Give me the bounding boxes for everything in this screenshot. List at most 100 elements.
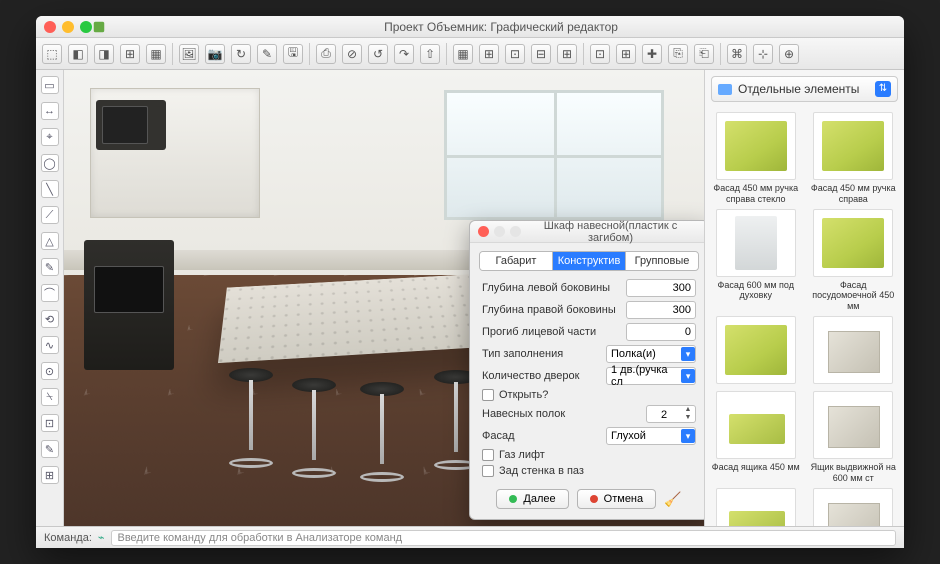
popup-close-icon[interactable] xyxy=(478,226,489,237)
library-item[interactable]: Фасад ящика 450 мм xyxy=(709,391,803,484)
tool-button[interactable]: ✎ xyxy=(41,440,59,458)
left-toolbar: ▭ ↔ ⌖ ◯ ╲ ⟋ △ ✎ ⌒ ⟲ ∿ ⊙ ⍀ ⊡ ✎ ⊞ xyxy=(36,70,64,526)
tool-button[interactable]: ◯ xyxy=(41,154,59,172)
library-item[interactable]: Фасад 600 мм под духовку xyxy=(709,209,803,312)
toolbar-button[interactable]: ⊞ xyxy=(557,44,577,64)
shelves-stepper[interactable]: 2▲▼ xyxy=(646,405,696,423)
toolbar-button[interactable]: ◧ xyxy=(68,44,88,64)
library-item-label: Фасад 450 мм ручка справа стекло xyxy=(709,183,803,205)
open-checkbox[interactable] xyxy=(482,389,494,401)
fill-type-select[interactable]: Полка(и)▾ xyxy=(606,345,696,363)
facade-select[interactable]: Глухой▾ xyxy=(606,427,696,445)
tool-button[interactable]: ⊡ xyxy=(41,414,59,432)
depth-left-input[interactable] xyxy=(626,279,696,297)
chevron-down-icon: ▾ xyxy=(681,347,695,361)
tool-button[interactable]: △ xyxy=(41,232,59,250)
toolbar-button[interactable]: ✚ xyxy=(642,44,662,64)
library-grid: Фасад 450 мм ручка справа стеклоФасад 45… xyxy=(705,108,904,526)
green-dot-icon xyxy=(509,495,517,503)
tab-групповые[interactable]: Групповые xyxy=(625,252,698,270)
back-wall-label: Зад стенка в паз xyxy=(499,465,584,477)
door-count-select[interactable]: 1 дв.(ручка сл▾ xyxy=(606,367,696,385)
library-item[interactable] xyxy=(807,488,901,526)
toolbar-button[interactable]: ⊡ xyxy=(590,44,610,64)
facade-label: Фасад xyxy=(482,430,515,442)
toolbar-button[interactable]: ▦ xyxy=(146,44,166,64)
toolbar-button[interactable]: ⊘ xyxy=(342,44,362,64)
toolbar-button[interactable]: ⇧ xyxy=(420,44,440,64)
library-item[interactable]: Фасад 450 мм ручка справа xyxy=(807,112,901,205)
library-item[interactable]: Ящик выдвижной на 600 мм ст xyxy=(807,391,901,484)
tool-button[interactable]: ⟲ xyxy=(41,310,59,328)
library-thumbnail xyxy=(716,391,796,459)
toolbar-button[interactable]: ⎗ xyxy=(694,44,714,64)
library-item-label: Фасад ящика 450 мм xyxy=(712,462,800,473)
tool-button[interactable]: ⌖ xyxy=(41,128,59,146)
toolbar-button[interactable]: 🖼 xyxy=(179,44,199,64)
tool-button[interactable]: ∿ xyxy=(41,336,59,354)
library-item[interactable]: Фасад 450 мм ручка справа стекло xyxy=(709,112,803,205)
toolbar-button[interactable]: ⬚ xyxy=(42,44,62,64)
tool-button[interactable]: ⍀ xyxy=(41,388,59,406)
toolbar-button[interactable]: 🖫 xyxy=(283,44,303,64)
tool-button[interactable]: ⟋ xyxy=(41,206,59,224)
toolbar-button[interactable]: 📷 xyxy=(205,44,225,64)
terminal-icon: ⌁ xyxy=(98,531,105,544)
ok-button[interactable]: Далее xyxy=(496,489,568,509)
cancel-button[interactable]: Отмена xyxy=(577,489,656,509)
tab-конструктив[interactable]: Конструктив xyxy=(552,252,625,270)
depth-left-label: Глубина левой боковины xyxy=(482,282,610,294)
toolbar-button[interactable]: ⊹ xyxy=(753,44,773,64)
zoom-icon[interactable] xyxy=(80,21,92,33)
door-count-label: Количество дверок xyxy=(482,370,579,382)
toolbar-button[interactable]: ⊡ xyxy=(505,44,525,64)
chevron-down-icon: ▾ xyxy=(681,429,695,443)
close-icon[interactable] xyxy=(44,21,56,33)
tool-button[interactable]: ↔ xyxy=(41,102,59,120)
tool-button[interactable]: ⊙ xyxy=(41,362,59,380)
3d-viewport[interactable]: Чертеж '/Users/yuriy/Documents/Mebel/Про… xyxy=(64,70,704,526)
reset-icon[interactable]: 🧹 xyxy=(664,491,681,508)
title-bar: Проект Объемник: Графический редактор xyxy=(36,16,904,38)
toolbar-button[interactable]: ✎ xyxy=(257,44,277,64)
toolbar-button[interactable]: ⊕ xyxy=(779,44,799,64)
gas-lift-label: Газ лифт xyxy=(499,449,545,461)
tool-button[interactable]: ✎ xyxy=(41,258,59,276)
library-title: Отдельные элементы xyxy=(738,82,859,96)
bend-input[interactable] xyxy=(626,323,696,341)
toolbar-button[interactable]: ↷ xyxy=(394,44,414,64)
command-input[interactable]: Введите команду для обработки в Анализат… xyxy=(111,530,897,546)
window-controls xyxy=(44,21,92,33)
library-thumbnail xyxy=(716,209,796,277)
depth-right-input[interactable] xyxy=(626,301,696,319)
library-item[interactable]: Фасад посудомоечной 450 мм xyxy=(807,209,901,312)
toolbar-button[interactable]: ⌘ xyxy=(727,44,747,64)
library-item[interactable] xyxy=(709,488,803,526)
library-thumbnail xyxy=(813,391,893,459)
toolbar-button[interactable]: ⎘ xyxy=(668,44,688,64)
toolbar-button[interactable]: ⎙ xyxy=(316,44,336,64)
tool-button[interactable]: ⊞ xyxy=(41,466,59,484)
toolbar-button[interactable]: ⊞ xyxy=(479,44,499,64)
library-header[interactable]: Отдельные элементы ⇅ xyxy=(711,76,898,102)
chevron-down-icon: ▾ xyxy=(681,369,695,383)
library-item[interactable] xyxy=(709,316,803,387)
toolbar-button[interactable]: ⊟ xyxy=(531,44,551,64)
toolbar-button[interactable]: ⊞ xyxy=(616,44,636,64)
library-item[interactable] xyxy=(807,316,901,387)
tab-габарит[interactable]: Габарит xyxy=(480,252,552,270)
toolbar-button[interactable]: ↻ xyxy=(231,44,251,64)
toolbar-button[interactable]: ▦ xyxy=(453,44,473,64)
toolbar-button[interactable]: ↺ xyxy=(368,44,388,64)
tool-button[interactable]: ⌒ xyxy=(41,284,59,302)
dropdown-toggle-icon[interactable]: ⇅ xyxy=(875,81,891,97)
library-item-label: Фасад 600 мм под духовку xyxy=(709,280,803,302)
tool-button[interactable]: ▭ xyxy=(41,76,59,94)
gas-lift-checkbox[interactable] xyxy=(482,449,494,461)
popup-title: Шкаф навесной(пластик с загибом) xyxy=(521,220,700,244)
tool-button[interactable]: ╲ xyxy=(41,180,59,198)
toolbar-button[interactable]: ⊞ xyxy=(120,44,140,64)
back-wall-checkbox[interactable] xyxy=(482,465,494,477)
toolbar-button[interactable]: ◨ xyxy=(94,44,114,64)
minimize-icon[interactable] xyxy=(62,21,74,33)
